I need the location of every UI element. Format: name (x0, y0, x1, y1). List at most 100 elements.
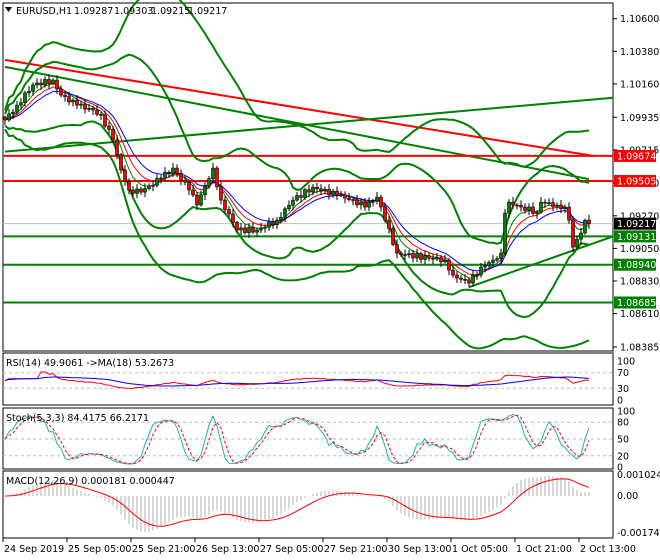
candle-bullish (199, 194, 203, 206)
candle-bearish (379, 196, 383, 208)
candle-bullish (267, 221, 271, 228)
level-badge-label: 1.08685 (617, 298, 656, 309)
candle-bearish (347, 197, 351, 200)
chart-header-high: 1.09303 (114, 6, 153, 17)
level-badge-label: 1.09505 (617, 176, 656, 187)
price-tick-label: 1.10380 (620, 47, 659, 58)
candle-bullish (259, 227, 263, 231)
candle-bullish (535, 211, 539, 214)
candle-bullish (247, 227, 251, 233)
candle-bearish (587, 219, 591, 224)
candle-bearish (227, 209, 231, 215)
candle-bullish (27, 90, 31, 94)
candle-bullish (43, 79, 47, 86)
candle-bearish (515, 204, 519, 207)
candle-bearish (167, 171, 171, 174)
candle-bullish (423, 255, 427, 260)
candle-bullish (163, 171, 167, 179)
candle-bullish (279, 216, 283, 221)
candle-bullish (135, 188, 139, 194)
candle-bearish (387, 219, 391, 229)
candle-bullish (491, 259, 495, 263)
candle-bearish (467, 279, 471, 284)
candle-bearish (55, 79, 59, 90)
candle-bullish (503, 212, 507, 254)
candle-bearish (67, 96, 71, 103)
candle-bullish (283, 208, 287, 218)
candle-bearish (551, 202, 555, 207)
candle-bearish (571, 219, 575, 248)
price-tick-label: 1.09935 (620, 113, 659, 124)
level-badge-label: 1.09131 (617, 232, 656, 243)
candle-bearish (419, 253, 423, 260)
candle-bearish (103, 114, 107, 127)
candle-bearish (319, 188, 323, 191)
candle-bullish (495, 258, 499, 261)
rsi-label: RSI(14) 49.9061 ->MA(18) 53.2673 (6, 358, 174, 369)
candle-bullish (311, 186, 315, 193)
candle-bullish (7, 113, 11, 121)
trendline-support (468, 235, 614, 289)
candle-bearish (215, 167, 219, 188)
time-tick-label: 30 Sep 13:00 (388, 544, 451, 555)
candle-bearish (299, 195, 303, 198)
trading-chart-window: 100 70 30 0 100 80 50 20 0 0.001024 0.00 -0.00174… (0, 0, 660, 560)
candle-bearish (459, 277, 463, 280)
time-tick-label: 27 Sep 21:00 (324, 544, 387, 555)
candle-bearish (131, 189, 135, 194)
candle-bearish (95, 109, 99, 115)
collapse-triangle-icon[interactable] (5, 7, 12, 12)
chart-header-symbol: EURUSD,H1 (16, 6, 72, 17)
chart-canvas[interactable]: 10070300 1008050200 0.0010240.00-0.00174… (0, 0, 660, 560)
candle-bullish (171, 167, 175, 174)
candle-bullish (291, 199, 295, 206)
rsi-axis-label: 0 (617, 396, 623, 407)
bollinger-band-inner-lower (4, 120, 590, 319)
candle-bullish (483, 265, 487, 268)
candle-bullish (87, 108, 91, 110)
candle-bullish (583, 219, 587, 234)
candle-bearish (427, 255, 431, 259)
candle-bearish (307, 189, 311, 193)
price-tick-label: 1.10160 (620, 79, 659, 90)
rsi-ma-line (4, 376, 590, 387)
candle-bullish (563, 206, 567, 210)
candle-bearish (3, 116, 7, 121)
candle-bullish (207, 178, 211, 187)
candle-bearish (523, 206, 527, 211)
candle-bearish (75, 99, 79, 106)
candle-bearish (179, 172, 183, 181)
macd-label: MACD(12,26,9) 0.000181 0.000447 (6, 476, 175, 487)
candle-bullish (323, 188, 327, 191)
candle-bullish (51, 79, 55, 84)
chart-header-close: 1.09217 (188, 6, 227, 17)
candle-bullish (331, 190, 335, 196)
candle-bearish (183, 180, 187, 183)
level-badge-label: 1.09674 (617, 151, 656, 162)
candle-bearish (191, 189, 195, 196)
candle-bullish (359, 201, 363, 206)
stoch-axis-label: 50 (617, 435, 629, 446)
candle-bearish (111, 129, 115, 141)
candle-bullish (527, 206, 531, 211)
candle-bearish (567, 206, 571, 221)
time-tick-label: 24 Sep 2019 (4, 544, 64, 555)
candle-bullish (159, 177, 163, 180)
rsi-axis-label: 70 (617, 368, 629, 379)
chart-header-open: 1.09287 (74, 6, 113, 17)
candle-bullish (371, 200, 375, 203)
candle-bearish (383, 206, 387, 221)
candle-bearish (327, 188, 331, 196)
candle-bullish (71, 99, 75, 103)
candle-bearish (123, 169, 127, 182)
candle-bullish (499, 252, 503, 260)
candle-bearish (91, 108, 95, 111)
candle-bullish (547, 202, 551, 204)
candle-bearish (223, 199, 227, 210)
candle-bearish (335, 190, 339, 196)
candle-bearish (447, 259, 451, 271)
candle-bearish (519, 205, 523, 208)
candle-bullish (539, 201, 543, 213)
candle-bullish (211, 167, 215, 179)
candle-bullish (295, 195, 299, 201)
